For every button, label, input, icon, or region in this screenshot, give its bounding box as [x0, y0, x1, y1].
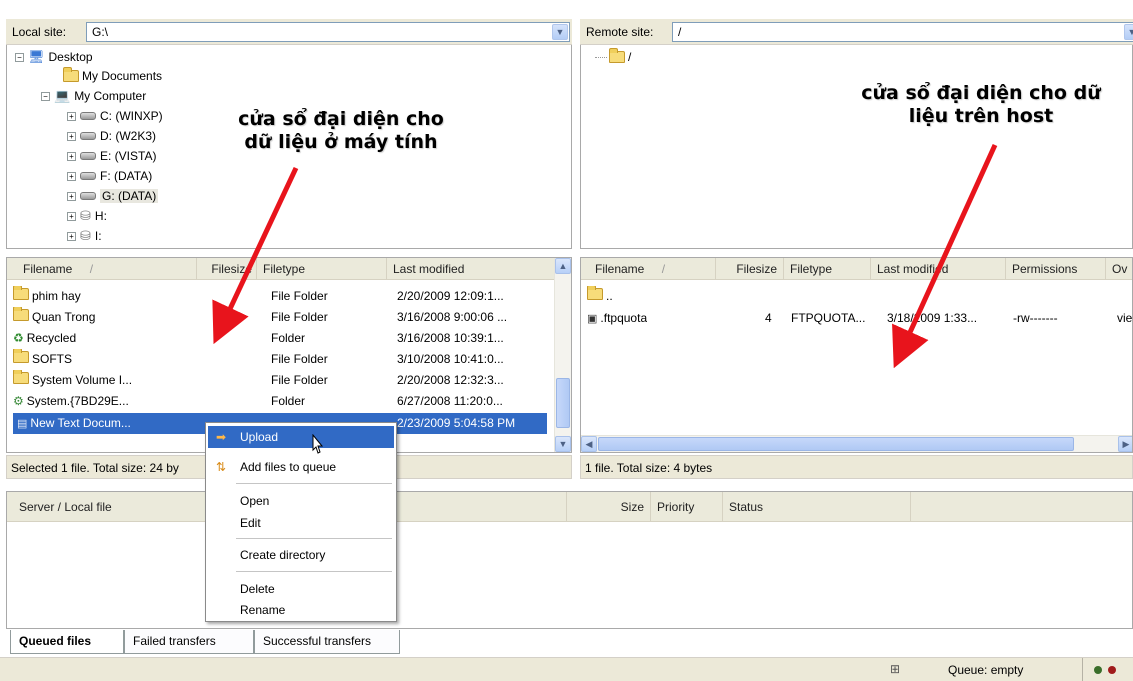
annotation-arrows: [212, 143, 998, 369]
remote-arrow: [892, 143, 998, 369]
local-arrow: [212, 166, 299, 345]
